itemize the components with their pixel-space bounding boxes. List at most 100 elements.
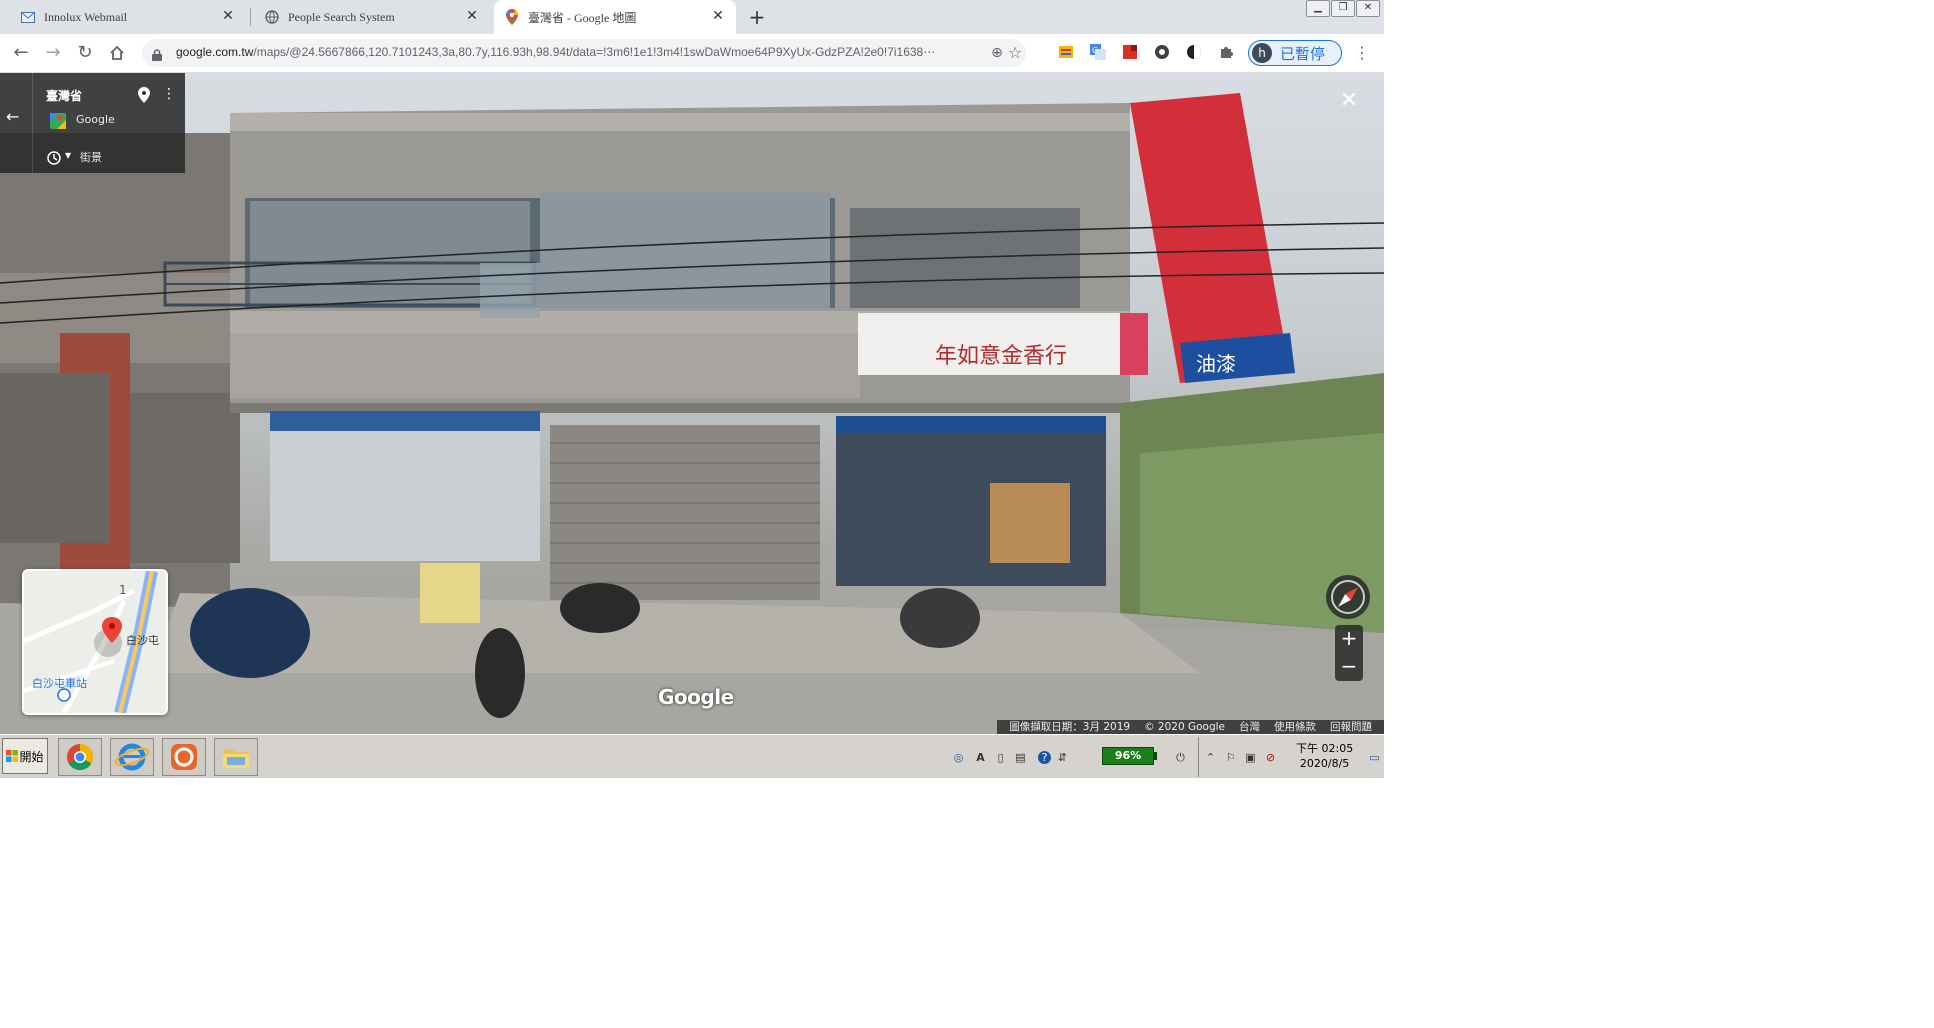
street-view-image: 年如意金香行 油漆 (0, 93, 1384, 734)
time-travel-icon[interactable] (46, 150, 62, 166)
input-method-icon[interactable]: A (974, 751, 987, 764)
region-link[interactable]: 台灣 (1239, 720, 1260, 734)
source-label: Google (76, 113, 115, 126)
screen: Innolux Webmail ✕ People Search System ✕… (0, 0, 1384, 778)
station-label: 白沙屯車站 (32, 677, 87, 690)
tab-people-search[interactable]: People Search System ✕ (254, 0, 490, 34)
close-icon[interactable]: ✕ (464, 9, 480, 25)
reload-button[interactable]: ↻ (74, 42, 96, 64)
chevron-down-icon[interactable]: ▼ (65, 151, 71, 160)
close-window-button[interactable]: ✕ (1356, 0, 1380, 17)
google-wordmark: Google (658, 685, 734, 709)
back-button[interactable]: ← (10, 42, 32, 64)
forward-button[interactable]: → (42, 42, 64, 64)
minimap[interactable]: 1 白沙屯 白沙屯車站 (22, 569, 168, 715)
battery-indicator[interactable]: 96% (1102, 747, 1154, 765)
google-maps-logo-icon (50, 113, 66, 129)
place-title: 臺灣省 (46, 89, 83, 103)
extension-4-icon[interactable] (1154, 44, 1172, 62)
url-host: google.com.tw (176, 45, 254, 59)
extension-1-icon[interactable] (1058, 44, 1076, 62)
app-icon[interactable] (162, 738, 206, 776)
chrome-icon[interactable] (58, 738, 102, 776)
tab-google-maps[interactable]: 臺灣省 - Google 地圖 ✕ (494, 0, 736, 34)
restore-button[interactable]: ❐ (1331, 0, 1355, 17)
chrome-menu-icon[interactable]: ⋮ (1354, 43, 1370, 63)
report-problem-link[interactable]: 回報問題 (1330, 720, 1372, 734)
browser-toolbar: ← → ↻ google.com.tw/maps/@24.5667866,120… (0, 34, 1384, 73)
svg-text:G: G (1092, 46, 1098, 55)
more-options-icon[interactable]: ⋮ (162, 87, 176, 101)
internet-explorer-icon[interactable] (110, 738, 154, 776)
keyboard-icon[interactable]: ▤ (1014, 751, 1027, 764)
poi-label: 白沙屯 (126, 634, 159, 647)
extension-3-icon[interactable] (1122, 44, 1140, 62)
extensions-puzzle-icon[interactable] (1218, 44, 1236, 62)
tab-title: 臺灣省 - Google 地圖 (528, 10, 637, 25)
minimize-button[interactable]: ▁ (1306, 0, 1330, 17)
copyright: © 2020 Google (1144, 721, 1225, 733)
dark-mode-icon[interactable] (1186, 44, 1204, 62)
profile-button[interactable]: h 已暫停 (1248, 40, 1342, 66)
network-icon[interactable]: ⊘ (1264, 751, 1277, 764)
street-view-panorama[interactable]: 年如意金香行 油漆 ← 臺灣省 ⋮ Google ▼ 街景 ✕ 1 白沙屯 白沙… (0, 73, 1384, 734)
zoom-in-button[interactable]: + (1335, 625, 1363, 653)
power-plug-icon[interactable]: ⏻ (1174, 751, 1187, 764)
profile-status-label: 已暫停 (1280, 44, 1326, 63)
new-tab-button[interactable]: + (744, 5, 770, 31)
maps-pin-icon (504, 9, 520, 25)
attribution-bar: 圖像擷取日期：3月 2019 © 2020 Google 台灣 使用條款 回報問… (997, 720, 1384, 734)
translate-icon[interactable]: G (1090, 44, 1108, 62)
help-icon[interactable]: ? (1038, 751, 1051, 764)
back-arrow-icon[interactable]: ← (6, 107, 19, 126)
terms-link[interactable]: 使用條款 (1274, 720, 1316, 734)
close-street-view-button[interactable]: ✕ (1337, 89, 1361, 113)
folder-icon[interactable] (214, 738, 258, 776)
zoom-indicator-icon[interactable]: ⊕ (988, 44, 1006, 62)
start-button[interactable]: 開始 (2, 738, 48, 774)
svg-text:油漆: 油漆 (1196, 352, 1236, 376)
close-icon[interactable]: ✕ (220, 9, 236, 25)
card-divider (32, 73, 33, 173)
mail-icon (20, 9, 36, 25)
globe-icon (264, 9, 280, 25)
compass-icon[interactable] (1326, 575, 1370, 619)
start-label: 開始 (19, 749, 44, 764)
zoom-control: + − (1335, 625, 1363, 681)
tab-title: Innolux Webmail (44, 9, 128, 24)
clock[interactable]: 下午 02:05 2020/8/5 (1296, 741, 1353, 771)
options-icon[interactable]: ⇵ (1056, 751, 1069, 764)
tab-webmail[interactable]: Innolux Webmail ✕ (10, 0, 246, 34)
url-text: google.com.tw/maps/@24.5667866,120.71012… (176, 45, 976, 59)
home-button[interactable] (106, 42, 128, 64)
system-tray: ◎ A ▯ ▤ ? ⇵ 96% ⏻ ⌃ ⚐ ▣ ⊘ 下午 02:05 2020/… (940, 737, 1384, 777)
language-icon[interactable]: ◎ (952, 751, 965, 764)
close-icon[interactable]: ✕ (710, 9, 726, 25)
capture-date: 圖像擷取日期：3月 2019 (1009, 721, 1131, 733)
zoom-out-button[interactable]: − (1335, 653, 1363, 681)
svg-text:年如意金香行: 年如意金香行 (935, 344, 1067, 369)
url-path: /maps/@24.5667866,120.7101243,3a,80.7y,1… (253, 45, 936, 59)
show-hidden-icons-icon[interactable]: ⌃ (1204, 751, 1217, 764)
tab-strip: Innolux Webmail ✕ People Search System ✕… (0, 0, 1384, 34)
lock-icon[interactable] (152, 46, 162, 61)
windows-logo-icon (6, 750, 19, 762)
clock-time: 下午 02:05 (1296, 742, 1354, 755)
bookmark-star-icon[interactable]: ☆ (1006, 44, 1024, 62)
ime-mode-icon[interactable]: ▯ (994, 751, 1007, 764)
tab-divider (250, 8, 251, 26)
window-controls: ▁ ❐ ✕ (1305, 0, 1380, 17)
tray-divider (1198, 737, 1199, 777)
show-desktop-icon[interactable]: ▭ (1368, 751, 1381, 764)
place-card: ← 臺灣省 ⋮ Google ▼ 街景 (0, 73, 185, 173)
flag-icon[interactable]: ⚐ (1224, 751, 1237, 764)
device-icon[interactable]: ▣ (1244, 751, 1257, 764)
avatar: h (1252, 43, 1272, 63)
clock-date: 2020/8/5 (1299, 757, 1350, 770)
taskbar: 開始 ◎ A ▯ ▤ ? ⇵ 96% ⏻ ⌃ ⚐ ▣ ⊘ 下午 02:05 20… (0, 734, 1384, 778)
road-number-label: 1 (119, 583, 127, 597)
view-mode-label: 街景 (80, 151, 102, 164)
battery-tip (1154, 752, 1157, 760)
location-pin-icon[interactable] (138, 87, 150, 103)
address-bar[interactable]: google.com.tw/maps/@24.5667866,120.71012… (142, 39, 1026, 67)
